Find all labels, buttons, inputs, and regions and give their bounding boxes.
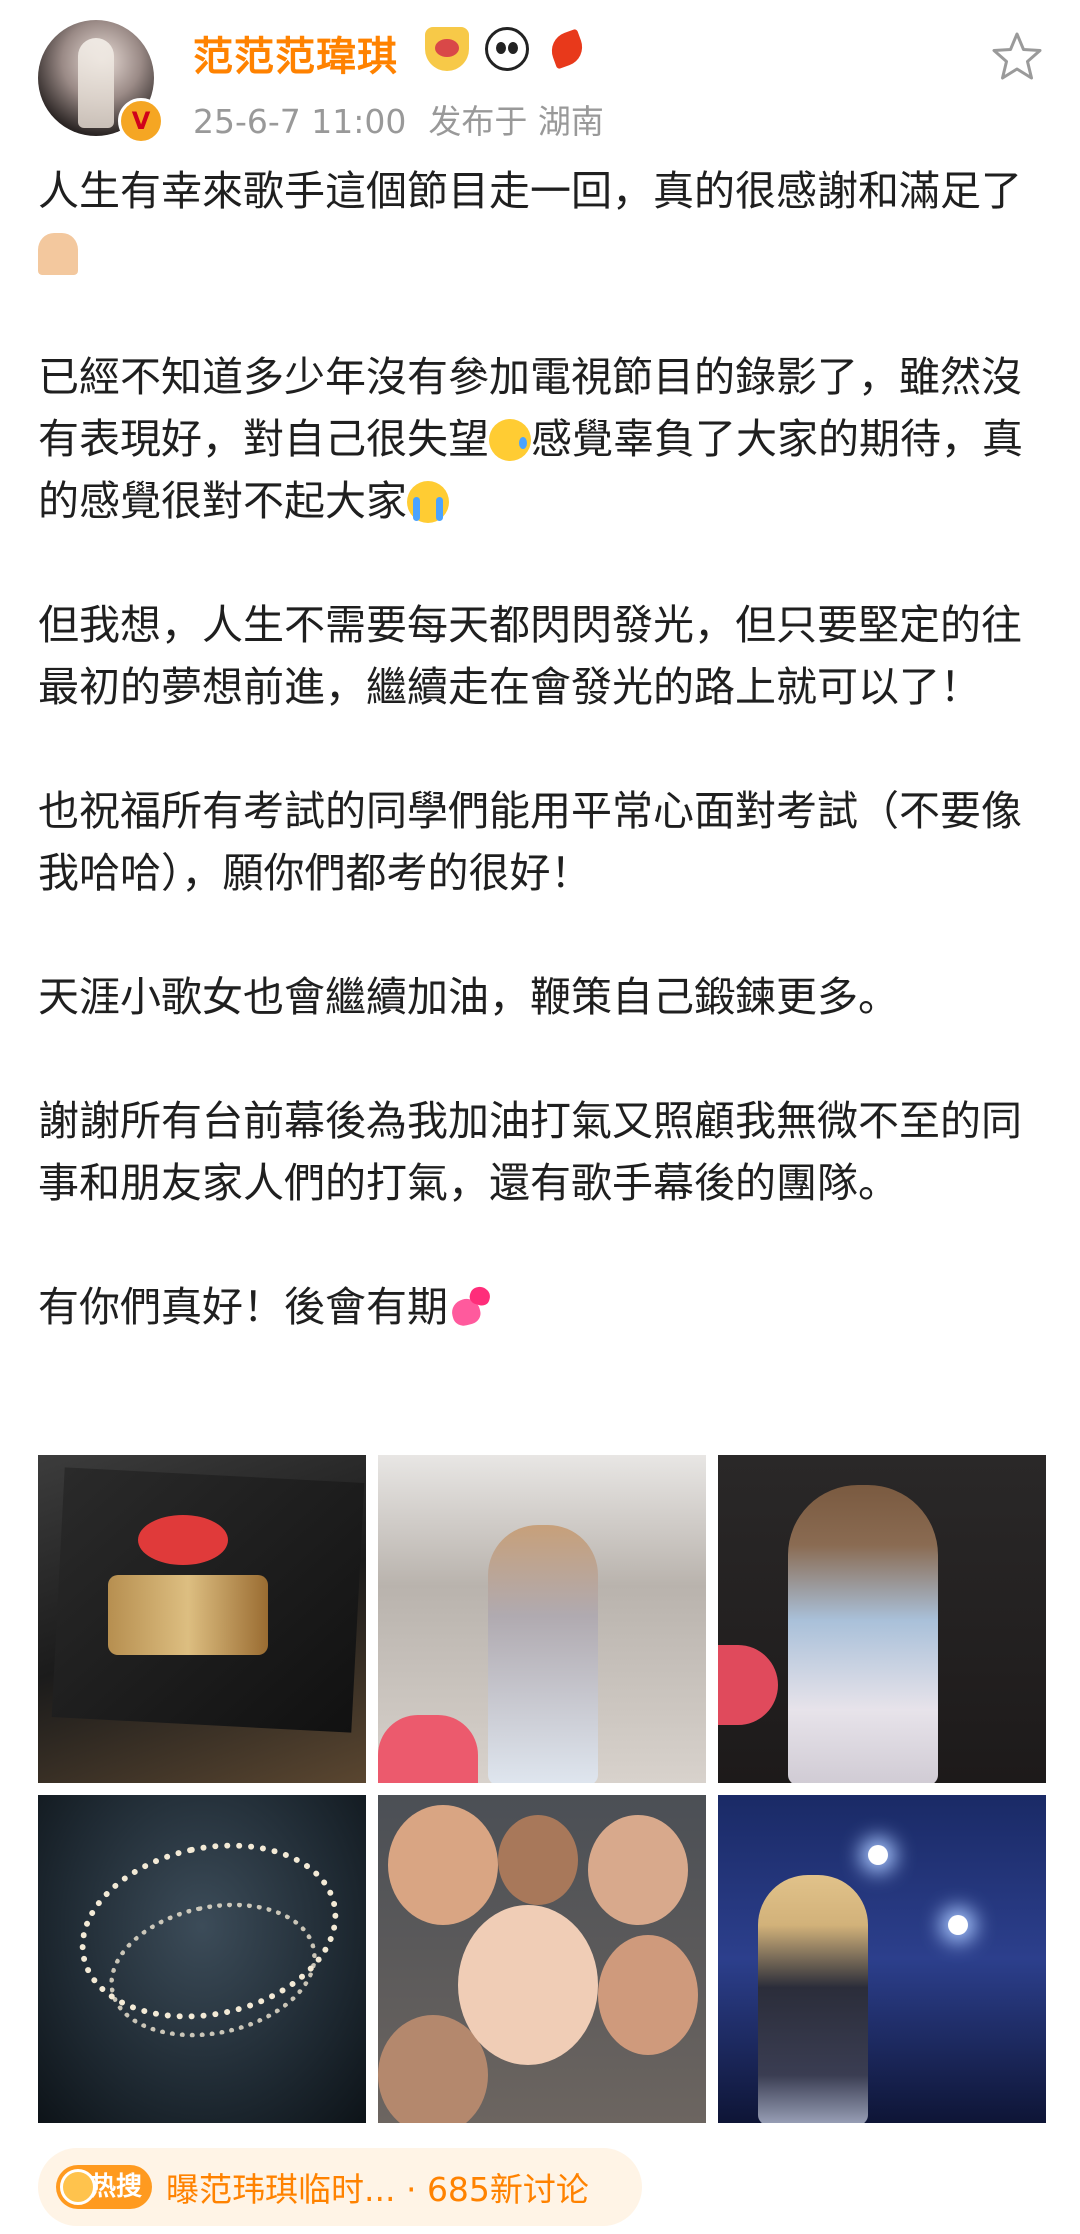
folded-hands-emoji xyxy=(38,233,78,275)
photo-chandelier[interactable] xyxy=(38,1795,366,2123)
paragraph-3: 但我想，人生不需要每天都閃閃發光，但只要堅定的往最初的夢想前進，繼續走在會發光的… xyxy=(38,601,1022,711)
user-badges xyxy=(425,26,589,72)
username[interactable]: 范范范瑋琪 xyxy=(193,24,398,82)
post-location: 发布于 湖南 xyxy=(428,102,604,141)
paragraph-2: 已經不知道多少年沒有參加電視節目的錄影了，雖然沒有表現好，對自己很失望 感覺辜負了… xyxy=(38,346,1048,532)
crown-icon[interactable] xyxy=(425,27,469,71)
hot-topic-text: 曝范玮琪临时... · 685新讨论 xyxy=(166,2170,589,2209)
hot-topic-pill[interactable]: 热搜 曝范玮琪临时... · 685新讨论 xyxy=(38,2148,642,2226)
paragraph-text: 有你們真好！後會有期 xyxy=(38,1283,448,1331)
post-date: 25-6-7 11:00 xyxy=(193,102,407,141)
photo-stage-sweater[interactable] xyxy=(718,1455,1046,1783)
hot-badge-label: 热搜 xyxy=(89,2172,142,2202)
paragraph-4: 也祝福所有考試的同學們能用平常心面對考試（不要像我哈哈），願你們都考的很好！ xyxy=(38,787,1022,897)
loudly-crying-face-emoji xyxy=(407,481,449,523)
paragraph-5: 天涯小歌女也會繼續加油，鞭策自己鍛鍊更多。 xyxy=(38,973,899,1021)
two-hearts-emoji xyxy=(448,1287,496,1329)
avatar-figure xyxy=(78,38,114,128)
panda-icon[interactable] xyxy=(485,27,529,71)
photo-singer-2025-board[interactable] xyxy=(38,1455,366,1783)
paragraph-7: 有你們真好！後會有期 xyxy=(38,1276,1048,1338)
photo-stage-blonde[interactable] xyxy=(378,1455,706,1783)
post-body: 人生有幸來歌手這個節目走一回，真的很感謝和滿足了 已經不知道多少年沒有參加電視節… xyxy=(38,160,1048,1338)
search-icon xyxy=(60,2169,96,2205)
paragraph-6: 謝謝所有台前幕後為我加油打氣又照顧我無微不至的同事和朋友家人們的打氣，還有歌手幕… xyxy=(38,1097,1022,1207)
post-meta: 25-6-7 11:00 发布于 湖南 xyxy=(193,95,626,143)
photo-group-selfie[interactable] xyxy=(378,1795,706,2123)
smiling-face-with-tear-emoji xyxy=(489,419,531,461)
post-header: V 范范范瑋琪 25-6-7 11:00 发布于 湖南 xyxy=(0,0,1080,160)
favorite-star-icon[interactable] xyxy=(990,30,1044,84)
paragraph-text: 人生有幸來歌手這個節目走一回，真的很感謝和滿足了 xyxy=(38,167,1022,215)
dragon-icon[interactable] xyxy=(545,27,589,71)
paragraph-1: 人生有幸來歌手這個節目走一回，真的很感謝和滿足了 xyxy=(38,160,1048,284)
photo-stage-blue[interactable] xyxy=(718,1795,1046,2123)
verified-v-icon: V xyxy=(118,98,164,144)
hot-search-badge: 热搜 xyxy=(56,2165,152,2209)
